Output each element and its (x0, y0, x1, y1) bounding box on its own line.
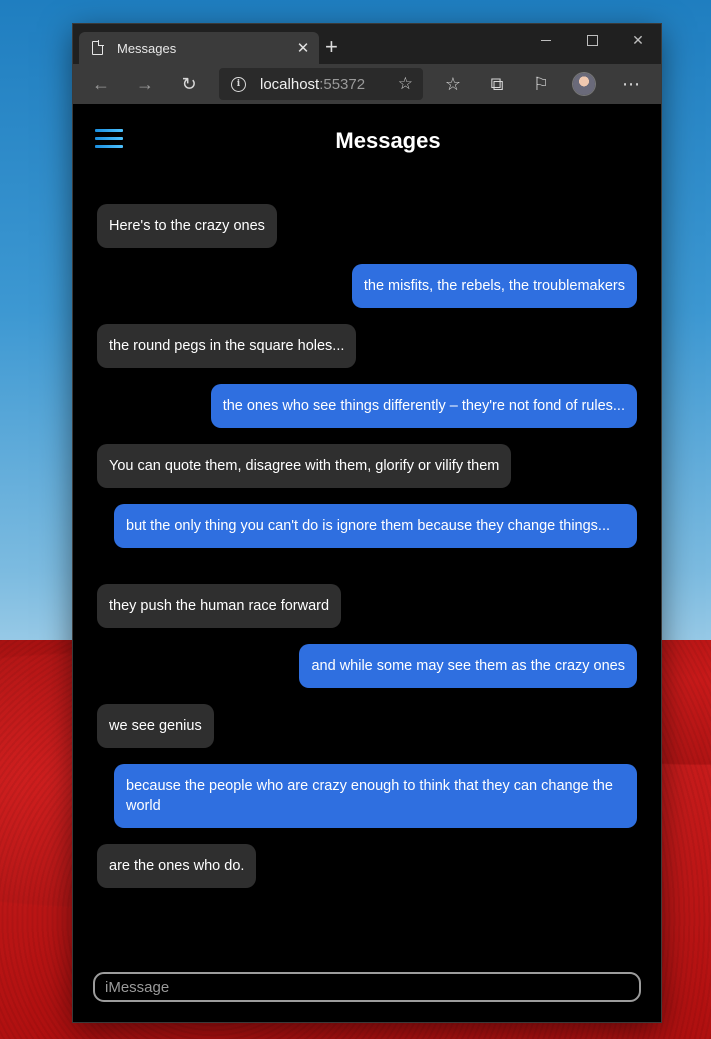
address-bar[interactable]: i localhost:55372 ☆ (219, 68, 423, 100)
new-tab-button[interactable]: + (325, 36, 338, 58)
collections-icon: ⧉ (490, 73, 504, 94)
message-bubble-incoming: they push the human race forward (97, 584, 342, 628)
message-input[interactable] (95, 974, 639, 1000)
forward-button[interactable]: → (127, 64, 163, 104)
message-input-container (93, 972, 641, 1002)
url-text[interactable]: localhost:55372 (260, 76, 398, 93)
message-bubble-incoming: are the ones who do. (97, 844, 257, 888)
message-bubble-incoming: You can quote them, disagree with them, … (97, 444, 512, 488)
message-bubble-outgoing: because the people who are crazy enough … (114, 764, 637, 828)
forward-arrow-icon: → (136, 73, 154, 94)
url-host: localhost (260, 75, 320, 93)
back-arrow-icon: ← (92, 73, 110, 94)
favorites-button[interactable]: ☆ (435, 64, 471, 104)
settings-more-button[interactable]: ⋯ (613, 64, 649, 104)
message-bubble-outgoing: and while some may see them as the crazy… (299, 644, 637, 688)
more-dots-icon: ⋯ (622, 73, 640, 94)
close-icon: ✕ (632, 31, 644, 48)
collections-button[interactable]: ⧉ (479, 64, 515, 104)
message-bubble-outgoing: the ones who see things differently – th… (210, 384, 637, 428)
refresh-button[interactable]: ↻ (171, 64, 207, 104)
message-bubble-outgoing: but the only thing you can't do is ignor… (114, 504, 637, 548)
browser-toolbar: ← → ↻ i localhost:55372 ☆ ☆ ⧉ ⚐ ⋯ (73, 64, 661, 105)
message-bubble-outgoing: the misfits, the rebels, the troublemake… (351, 264, 637, 308)
window-controls: ✕ (523, 24, 661, 56)
page-icon (92, 40, 104, 55)
feedback-icon: ⚐ (532, 73, 550, 94)
tab-bar: Messages ✕ + ✕ (73, 24, 661, 64)
back-button[interactable]: ← (83, 64, 119, 104)
page-title: Messages (335, 128, 441, 153)
url-port: :55372 (319, 75, 366, 93)
close-window-button[interactable]: ✕ (615, 24, 661, 56)
favorite-star-icon[interactable]: ☆ (398, 74, 413, 94)
tab-messages[interactable]: Messages ✕ (79, 32, 319, 64)
message-bubble-incoming: Here's to the crazy ones (97, 204, 277, 248)
minimize-icon (541, 39, 551, 41)
feedback-button[interactable]: ⚐ (523, 64, 559, 104)
tab-title: Messages (117, 40, 177, 56)
refresh-icon: ↻ (181, 73, 197, 94)
message-bubble-incoming: we see genius (97, 704, 214, 748)
maximize-icon (586, 34, 598, 46)
profile-avatar[interactable] (573, 73, 595, 95)
messages-app: Messages Here's to the crazy ones the mi… (73, 104, 661, 1022)
minimize-button[interactable] (523, 24, 569, 56)
message-bubble-incoming: the round pegs in the square holes... (97, 324, 357, 368)
close-tab-icon[interactable]: ✕ (291, 39, 315, 57)
maximize-button[interactable] (569, 24, 615, 56)
site-info-icon[interactable]: i (231, 76, 246, 92)
browser-window: Messages ✕ + ✕ ← → ↻ i localhost:55372 ☆… (73, 24, 661, 1022)
favorites-list-icon: ☆ (444, 73, 462, 94)
